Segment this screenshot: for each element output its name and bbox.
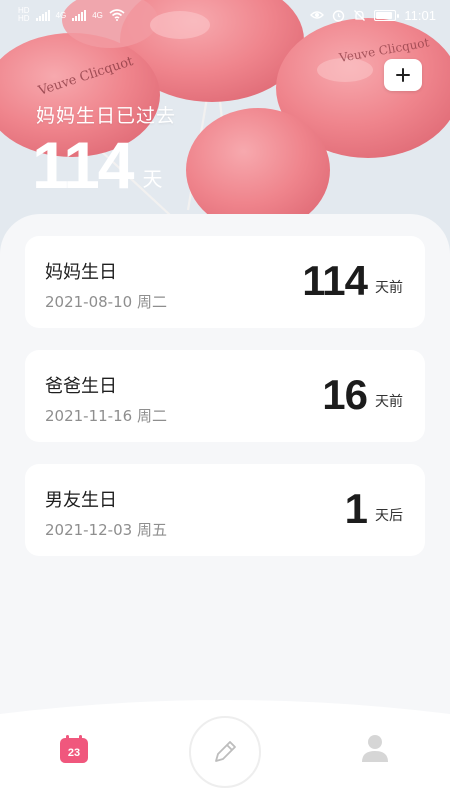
event-day-count: 16 天前 [322, 372, 403, 418]
clock-time: 11:01 [404, 7, 436, 23]
event-date: 2021-11-16 周二 [45, 407, 167, 425]
plus-icon [396, 68, 410, 82]
calendar-badge: 23 [68, 747, 80, 759]
hero-day-count: 114 天 [32, 130, 162, 200]
battery-icon [374, 9, 400, 21]
signal-icon-2 [72, 9, 87, 21]
event-card-mom-birthday[interactable]: 妈妈生日 2021-08-10 周二 114 天前 [25, 236, 425, 328]
nav-edit-button[interactable] [189, 716, 261, 788]
sim-icon: HD HD [18, 6, 30, 23]
status-right: 11:01 [310, 8, 436, 23]
event-day-count: 1 天后 [345, 486, 403, 532]
event-card-boyfriend-birthday[interactable]: 男友生日 2021-12-03 周五 1 天后 [25, 464, 425, 556]
event-card-dad-birthday[interactable]: 爸爸生日 2021-11-16 周二 16 天前 [25, 350, 425, 442]
hero-title: 妈妈生日已过去 [36, 105, 177, 127]
nav-calendar-button[interactable]: 23 [59, 735, 89, 764]
alarm-icon [333, 9, 345, 22]
event-date: 2021-08-10 周二 [45, 293, 167, 311]
pen-icon [215, 741, 236, 762]
network-type-1: 4G [55, 10, 67, 20]
wifi-icon [109, 9, 125, 21]
event-date: 2021-12-03 周五 [45, 521, 167, 539]
event-days-unit: 天后 [375, 508, 403, 524]
hero-days-unit: 天 [142, 167, 163, 191]
event-days-number: 16 [322, 371, 368, 418]
calendar-icon: 23 [60, 735, 88, 763]
person-icon [362, 735, 388, 762]
network-type-2: 4G [92, 10, 103, 20]
nav-profile-button[interactable] [361, 733, 389, 763]
status-left: HD HD 4G 4G [18, 7, 125, 23]
event-name: 妈妈生日 [45, 262, 117, 283]
event-days-number: 114 [302, 257, 368, 304]
hero-days-number: 114 [32, 128, 134, 202]
mute-bell-icon [354, 9, 366, 21]
event-days-number: 1 [344, 485, 368, 532]
eye-icon [310, 11, 325, 19]
add-event-button[interactable] [384, 59, 422, 91]
event-name: 爸爸生日 [45, 376, 117, 397]
signal-icon-1 [35, 9, 50, 21]
event-name: 男友生日 [45, 490, 117, 511]
status-bar: HD HD 4G 4G 11:01 [0, 0, 450, 30]
event-days-unit: 天前 [375, 394, 403, 410]
event-days-unit: 天前 [375, 280, 403, 296]
event-day-count: 114 天前 [302, 258, 403, 304]
